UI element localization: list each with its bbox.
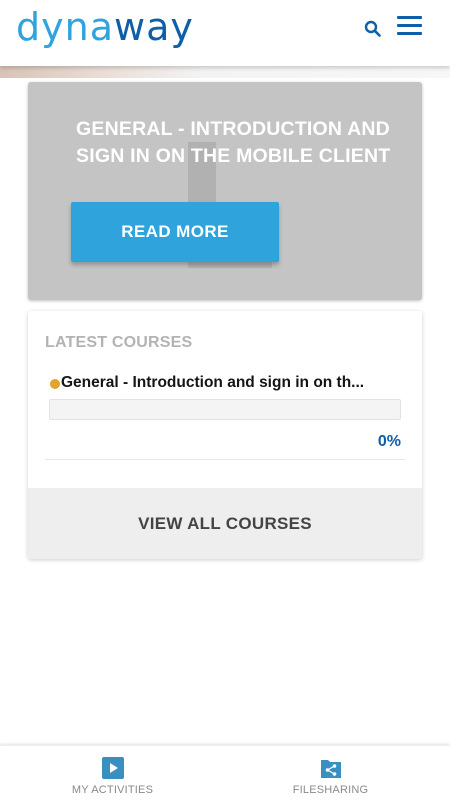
nav-label-my-activities: MY ACTIVITIES: [71, 784, 154, 796]
menu-bar: [397, 24, 422, 27]
latest-courses-heading: LATEST COURSES: [45, 334, 193, 351]
divider: [45, 459, 405, 460]
featured-course-title: GENERAL - INTRODUCTION AND SIGN IN ON TH…: [76, 118, 391, 167]
course-progress-percent: 0%: [377, 433, 401, 450]
menu-bar: [397, 32, 422, 35]
bottom-navigation: MY ACTIVITIES FILESHARING: [0, 745, 450, 800]
hamburger-menu-icon[interactable]: [397, 16, 423, 36]
share-folder-icon: [320, 760, 341, 778]
nav-label-filesharing: FILESHARING: [292, 784, 369, 796]
latest-courses-card: LATEST COURSES General - Introduction an…: [28, 311, 422, 559]
app-root: dynaway GENERAL - INTRODUCTION AND SIGN …: [0, 0, 450, 800]
course-progress-bar: [49, 399, 401, 420]
logo-text-way: way: [113, 5, 194, 49]
view-all-courses-button[interactable]: VIEW ALL COURSES: [28, 488, 422, 559]
course-title-link[interactable]: General - Introduction and sign in on th…: [61, 374, 391, 392]
course-status-dot: [50, 379, 60, 389]
menu-bar: [397, 16, 422, 19]
play-icon: [101, 757, 124, 779]
header-banner-strip: [0, 66, 450, 78]
logo-text-dyna: dyna: [16, 5, 114, 49]
featured-course-card: GENERAL - INTRODUCTION AND SIGN IN ON TH…: [28, 82, 422, 300]
nav-my-activities[interactable]: MY ACTIVITIES: [0, 746, 225, 800]
read-more-button[interactable]: READ MORE: [71, 202, 279, 262]
top-header: dynaway: [0, 0, 450, 66]
nav-filesharing[interactable]: FILESHARING: [218, 746, 443, 800]
search-icon[interactable]: [364, 20, 382, 38]
dynaway-logo[interactable]: dynaway: [16, 7, 194, 47]
